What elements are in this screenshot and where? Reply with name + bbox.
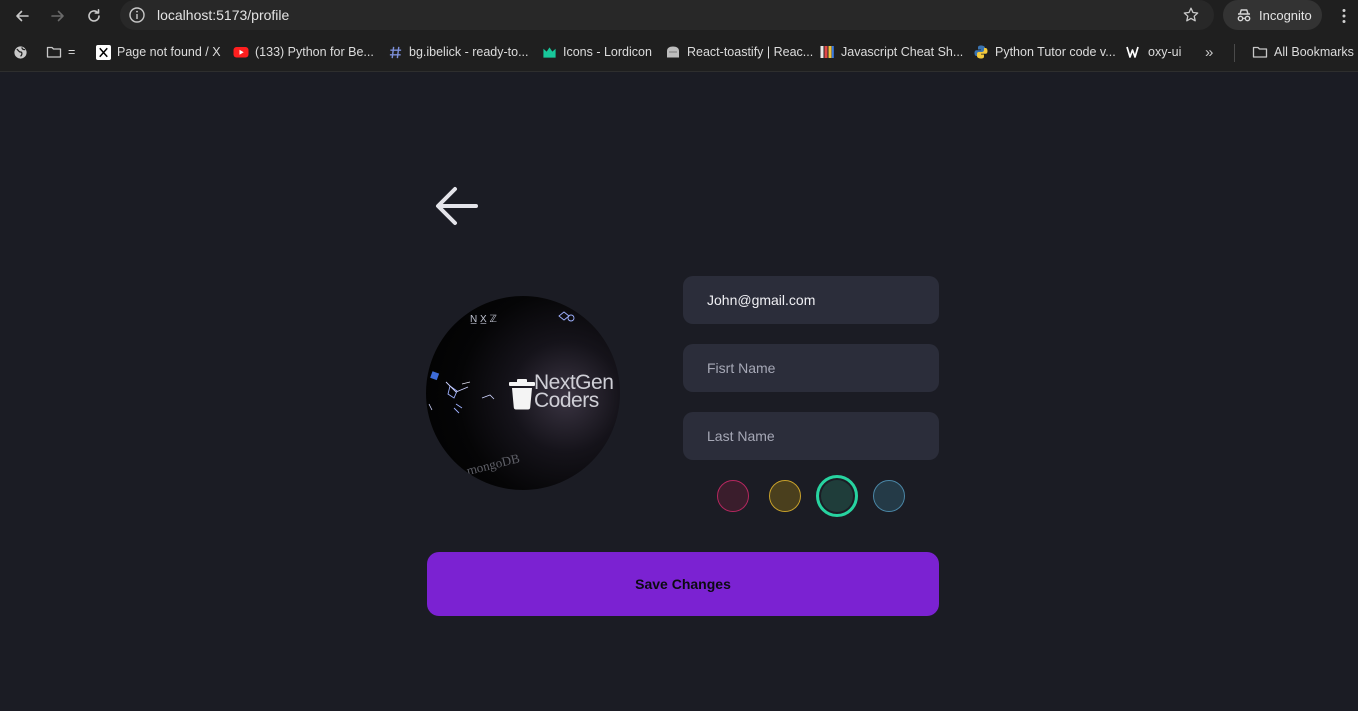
bookmarks-divider bbox=[1234, 44, 1235, 62]
forward-nav-icon[interactable] bbox=[46, 4, 70, 28]
mongodb-logo-text: mongoDB bbox=[465, 450, 522, 478]
nextgen-coders-logo: NextGen Coders bbox=[534, 372, 614, 412]
color-swatch-yellow[interactable] bbox=[769, 480, 801, 512]
toastify-icon bbox=[665, 44, 681, 60]
trash-icon[interactable] bbox=[508, 378, 536, 410]
incognito-badge[interactable]: Incognito bbox=[1223, 0, 1322, 30]
lordicon-icon bbox=[541, 44, 557, 60]
first-name-field[interactable] bbox=[683, 344, 939, 392]
site-info-icon[interactable] bbox=[128, 6, 146, 24]
bookmark-label: Page not found / X bbox=[117, 45, 221, 59]
save-changes-button[interactable]: Save Changes bbox=[427, 552, 939, 616]
all-bookmarks-label: All Bookmarks bbox=[1274, 45, 1354, 59]
incognito-label: Incognito bbox=[1259, 7, 1312, 23]
bookmark-lordicon[interactable]: Icons - Lordicon bbox=[541, 42, 652, 62]
arrow-left-icon[interactable] bbox=[434, 184, 480, 228]
back-nav-icon[interactable] bbox=[10, 4, 34, 28]
browser-toolbar: localhost:5173/profile Incognito bbox=[0, 0, 1358, 32]
bookmark-label: Python Tutor code v... bbox=[995, 45, 1116, 59]
hash-icon bbox=[387, 44, 403, 60]
address-bar[interactable]: localhost:5173/profile bbox=[120, 0, 1214, 30]
incognito-icon bbox=[1237, 9, 1251, 22]
bookmark-python-youtube[interactable]: (133) Python for Be... bbox=[233, 42, 374, 62]
bookmark-label: oxy-ui bbox=[1148, 45, 1182, 59]
svg-text:N̲ X̲ ℤ: N̲ X̲ ℤ bbox=[470, 314, 497, 325]
bookmark-bg-ibelick[interactable]: bg.ibelick - ready-to... bbox=[387, 42, 529, 62]
reload-icon[interactable] bbox=[82, 4, 106, 28]
folder-icon bbox=[1252, 44, 1268, 60]
youtube-icon bbox=[233, 44, 249, 60]
bookmark-page-not-found[interactable]: Page not found / X bbox=[95, 42, 221, 62]
browser-menu-icon[interactable] bbox=[1336, 6, 1352, 26]
bookmark-label: Icons - Lordicon bbox=[563, 45, 652, 59]
bookmark-label: Javascript Cheat Sh... bbox=[841, 45, 964, 59]
python-icon bbox=[973, 44, 989, 60]
bookmark-folder[interactable]: = bbox=[46, 42, 75, 62]
folder-icon bbox=[46, 44, 62, 60]
profile-avatar[interactable]: N̲ X̲ ℤ mongoDB NextGen Coders bbox=[426, 296, 620, 490]
url-text[interactable]: localhost:5173/profile bbox=[157, 7, 289, 23]
books-icon bbox=[819, 44, 835, 60]
bookmark-star-icon[interactable] bbox=[1182, 6, 1200, 24]
color-swatch-pink[interactable] bbox=[717, 480, 749, 512]
apps-globe-icon[interactable] bbox=[12, 42, 28, 62]
bookmark-label: = bbox=[68, 45, 76, 59]
bookmark-oxy-ui[interactable]: oxy-ui bbox=[1126, 42, 1181, 62]
w-logo-icon bbox=[1126, 44, 1142, 60]
bookmark-label: bg.ibelick - ready-to... bbox=[409, 45, 529, 59]
bookmark-label: React-toastify | Reac... bbox=[687, 45, 814, 59]
bookmark-python-tutor[interactable]: Python Tutor code v... bbox=[973, 42, 1116, 62]
last-name-field[interactable] bbox=[683, 412, 939, 460]
color-swatch-teal-selected[interactable] bbox=[816, 475, 858, 517]
more-bookmarks-chevron-icon[interactable]: » bbox=[1205, 42, 1213, 62]
all-bookmarks-button[interactable]: All Bookmarks bbox=[1252, 42, 1354, 62]
bookmarks-bar: = Page not found / X (133) Python for Be… bbox=[0, 32, 1358, 72]
bookmark-label: (133) Python for Be... bbox=[255, 45, 374, 59]
color-swatch-blue[interactable] bbox=[873, 480, 905, 512]
bookmark-react-toastify[interactable]: React-toastify | Reac... bbox=[665, 42, 813, 62]
bookmark-js-cheatsheet[interactable]: Javascript Cheat Sh... bbox=[819, 42, 963, 62]
brand-line-2: Coders bbox=[534, 389, 599, 412]
x-logo-icon bbox=[95, 44, 111, 60]
email-field[interactable] bbox=[683, 276, 939, 324]
